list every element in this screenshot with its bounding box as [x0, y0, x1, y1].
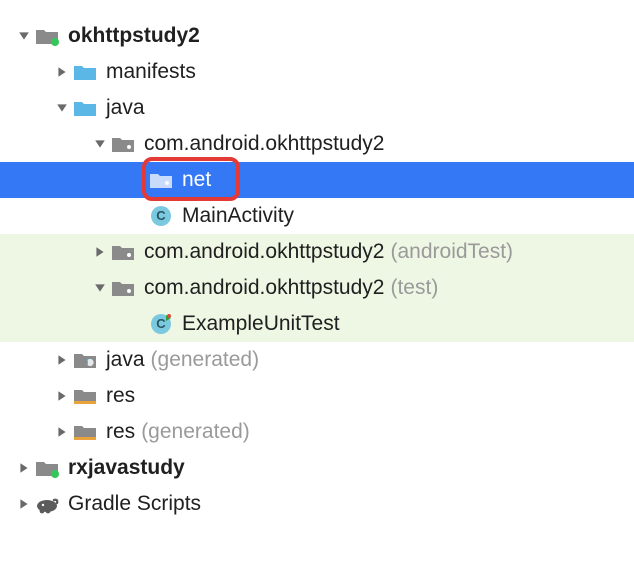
- tree-label: manifests: [106, 60, 196, 84]
- tree-suffix: (test): [390, 276, 438, 300]
- tree-row-gradle-scripts[interactable]: Gradle Scripts: [0, 486, 634, 522]
- tree-row-class-mainactivity[interactable]: C MainActivity: [0, 198, 634, 234]
- tree-label: Gradle Scripts: [68, 492, 201, 516]
- chevron-right-icon[interactable]: [52, 66, 72, 78]
- package-folder-icon: [110, 278, 136, 298]
- generated-folder-icon: [72, 350, 98, 370]
- project-tree[interactable]: okhttpstudy2 manifests java: [0, 0, 634, 522]
- tree-label: res: [106, 384, 135, 408]
- resource-folder-icon: [72, 386, 98, 406]
- folder-icon: [72, 98, 98, 118]
- chevron-down-icon[interactable]: [14, 30, 34, 42]
- tree-label: com.android.okhttpstudy2: [144, 132, 384, 156]
- chevron-right-icon[interactable]: [14, 462, 34, 474]
- tree-row-module-okhttpstudy2[interactable]: okhttpstudy2: [0, 18, 634, 54]
- class-icon: C: [148, 205, 174, 227]
- resource-folder-icon: [72, 422, 98, 442]
- chevron-right-icon[interactable]: [52, 390, 72, 402]
- tree-row-package-test[interactable]: com.android.okhttpstudy2 (test): [0, 270, 634, 306]
- tree-label: java: [106, 96, 145, 120]
- module-folder-icon: [34, 458, 60, 478]
- svg-text:C: C: [156, 316, 166, 331]
- tree-row-package-androidtest[interactable]: com.android.okhttpstudy2 (androidTest): [0, 234, 634, 270]
- package-folder-icon: [148, 170, 174, 190]
- tree-label: okhttpstudy2: [68, 24, 200, 48]
- tree-suffix: (generated): [151, 348, 260, 372]
- module-folder-icon: [34, 26, 60, 46]
- chevron-down-icon[interactable]: [90, 282, 110, 294]
- tree-label: rxjavastudy: [68, 456, 185, 480]
- tree-row-manifests[interactable]: manifests: [0, 54, 634, 90]
- tree-label: ExampleUnitTest: [182, 312, 340, 336]
- tree-label: net: [182, 168, 211, 192]
- tree-row-package-net[interactable]: net: [0, 162, 634, 198]
- tree-row[interactable]: [0, 4, 634, 18]
- chevron-right-icon[interactable]: [52, 426, 72, 438]
- tree-suffix: (androidTest): [390, 240, 513, 264]
- tree-suffix: (generated): [141, 420, 250, 444]
- tree-row-class-exampleunittest[interactable]: C ExampleUnitTest: [0, 306, 634, 342]
- tree-label: java: [106, 348, 145, 372]
- tree-row-java[interactable]: java: [0, 90, 634, 126]
- gradle-icon: [34, 494, 60, 514]
- tree-label: res: [106, 420, 135, 444]
- chevron-down-icon[interactable]: [52, 102, 72, 114]
- folder-icon: [72, 62, 98, 82]
- tree-row-res[interactable]: res: [0, 378, 634, 414]
- chevron-right-icon[interactable]: [52, 354, 72, 366]
- tree-row-module-rxjavastudy[interactable]: rxjavastudy: [0, 450, 634, 486]
- tree-row-package-main[interactable]: com.android.okhttpstudy2: [0, 126, 634, 162]
- tree-label: MainActivity: [182, 204, 294, 228]
- runnable-class-icon: C: [148, 313, 174, 335]
- tree-row-java-generated[interactable]: java (generated): [0, 342, 634, 378]
- chevron-right-icon[interactable]: [14, 498, 34, 510]
- tree-label: com.android.okhttpstudy2: [144, 276, 384, 300]
- chevron-down-icon[interactable]: [90, 138, 110, 150]
- tree-label: com.android.okhttpstudy2: [144, 240, 384, 264]
- package-folder-icon: [110, 134, 136, 154]
- chevron-right-icon[interactable]: [90, 246, 110, 258]
- package-folder-icon: [110, 242, 136, 262]
- tree-row-res-generated[interactable]: res (generated): [0, 414, 634, 450]
- svg-text:C: C: [156, 208, 166, 223]
